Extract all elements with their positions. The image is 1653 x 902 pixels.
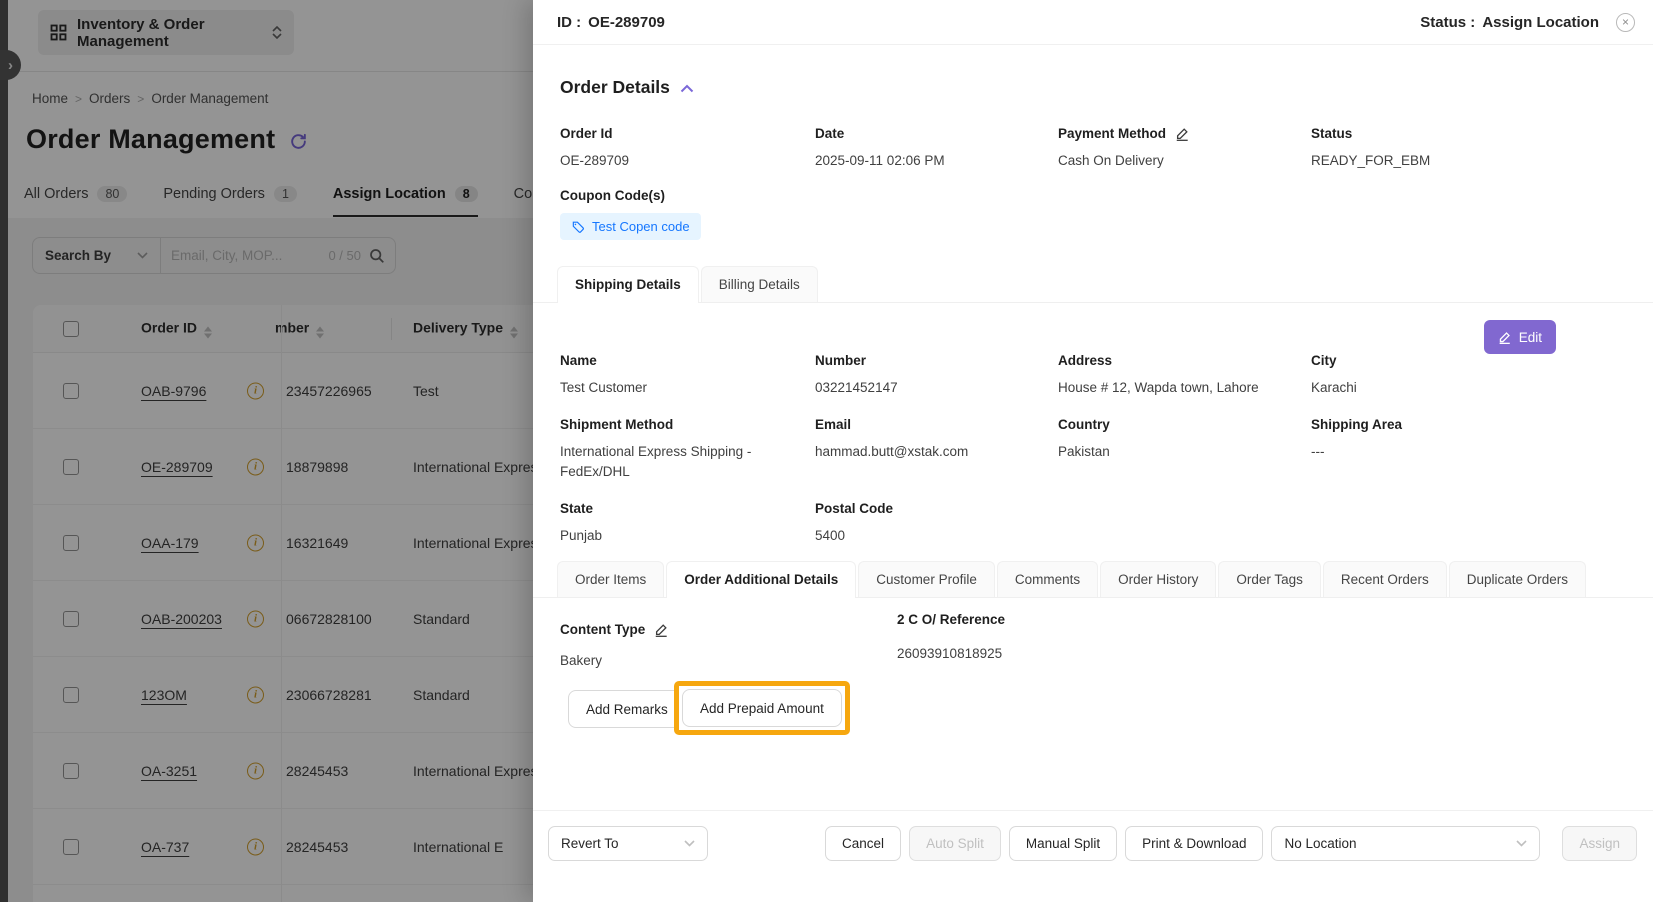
- reference-field: 2 C O/ Reference 26093910818925: [897, 612, 1005, 664]
- close-icon[interactable]: ×: [1616, 13, 1635, 32]
- field-address: Address House # 12, Wapda town, Lahore: [1058, 353, 1311, 398]
- tab-recent-orders[interactable]: Recent Orders: [1323, 561, 1447, 597]
- tab-order-items[interactable]: Order Items: [557, 561, 664, 597]
- tab-order-additional-details[interactable]: Order Additional Details: [666, 561, 856, 597]
- coupon-chip[interactable]: Test Copen code: [560, 213, 701, 240]
- content-type-field: Content Type Bakery: [560, 622, 668, 671]
- drawer-header: ID : OE-289709 Status : Assign Location …: [533, 0, 1653, 45]
- order-detail-drawer: ID : OE-289709 Status : Assign Location …: [533, 0, 1653, 902]
- pencil-icon: [1498, 331, 1511, 344]
- screen: Inventory & Order Management › Home > Or…: [0, 0, 1653, 902]
- detail-tabbar: Order Items Order Additional Details Cus…: [533, 561, 1653, 598]
- assign-button[interactable]: Assign: [1562, 826, 1637, 861]
- order-id-label: ID :: [557, 14, 581, 31]
- coupon-label: Coupon Code(s): [560, 188, 701, 203]
- tab-shipping-details[interactable]: Shipping Details: [557, 266, 699, 302]
- field-shipping-area: Shipping Area ---: [1311, 417, 1610, 482]
- order-summary-fields: Order Id OE-289709 Date 2025-09-11 02:06…: [560, 126, 1610, 171]
- location-select[interactable]: No Location: [1271, 826, 1540, 861]
- field-city: City Karachi: [1311, 353, 1610, 398]
- order-id-value: OE-289709: [588, 14, 665, 31]
- chevron-up-icon[interactable]: [680, 84, 694, 93]
- auto-split-button[interactable]: Auto Split: [909, 826, 1001, 861]
- cancel-button[interactable]: Cancel: [825, 826, 901, 861]
- field-payment-method: Payment Method Cash On Delivery: [1058, 126, 1311, 171]
- tag-icon: [571, 220, 585, 234]
- status-label: Status :: [1420, 14, 1475, 31]
- field-country: Country Pakistan: [1058, 417, 1311, 482]
- add-prepaid-amount-button[interactable]: Add Prepaid Amount: [682, 689, 842, 727]
- tab-order-history[interactable]: Order History: [1100, 561, 1216, 597]
- field-postal-code: Postal Code 5400: [815, 501, 1058, 546]
- shipping-details: Name Test Customer Number 03221452147 Ad…: [560, 353, 1610, 546]
- status-value: Assign Location: [1482, 14, 1599, 31]
- field-name: Name Test Customer: [560, 353, 815, 398]
- chevron-down-icon: [684, 840, 695, 847]
- section-title-order-details: Order Details: [560, 77, 670, 98]
- tab-billing-details[interactable]: Billing Details: [701, 266, 818, 302]
- highlight-frame: Add Prepaid Amount: [674, 681, 850, 735]
- drawer-footer: Revert To Cancel Auto Split Manual Split…: [533, 810, 1653, 902]
- add-remarks-button[interactable]: Add Remarks: [568, 690, 686, 728]
- tab-customer-profile[interactable]: Customer Profile: [858, 561, 995, 597]
- pencil-icon[interactable]: [1175, 127, 1189, 141]
- field-status: Status READY_FOR_EBM: [1311, 126, 1610, 171]
- edit-button[interactable]: Edit: [1484, 320, 1556, 354]
- modal-dim-overlay[interactable]: [0, 0, 533, 902]
- field-order-id: Order Id OE-289709: [560, 126, 815, 171]
- address-tabbar: Shipping Details Billing Details: [533, 266, 1653, 303]
- pencil-icon[interactable]: [654, 623, 668, 637]
- field-email: Email hammad.butt@xstak.com: [815, 417, 1058, 482]
- tab-comments[interactable]: Comments: [997, 561, 1098, 597]
- print-download-button[interactable]: Print & Download: [1125, 826, 1263, 861]
- tab-duplicate-orders[interactable]: Duplicate Orders: [1449, 561, 1586, 597]
- coupon-section: Coupon Code(s) Test Copen code: [560, 188, 701, 240]
- tab-order-tags[interactable]: Order Tags: [1218, 561, 1321, 597]
- field-number: Number 03221452147: [815, 353, 1058, 398]
- field-shipment-method: Shipment Method International Express Sh…: [560, 417, 815, 482]
- field-state: State Punjab: [560, 501, 815, 546]
- field-date: Date 2025-09-11 02:06 PM: [815, 126, 1058, 171]
- coupon-code: Test Copen code: [592, 219, 690, 234]
- revert-to-select[interactable]: Revert To: [548, 826, 708, 861]
- chevron-down-icon: [1516, 840, 1527, 847]
- manual-split-button[interactable]: Manual Split: [1009, 826, 1117, 861]
